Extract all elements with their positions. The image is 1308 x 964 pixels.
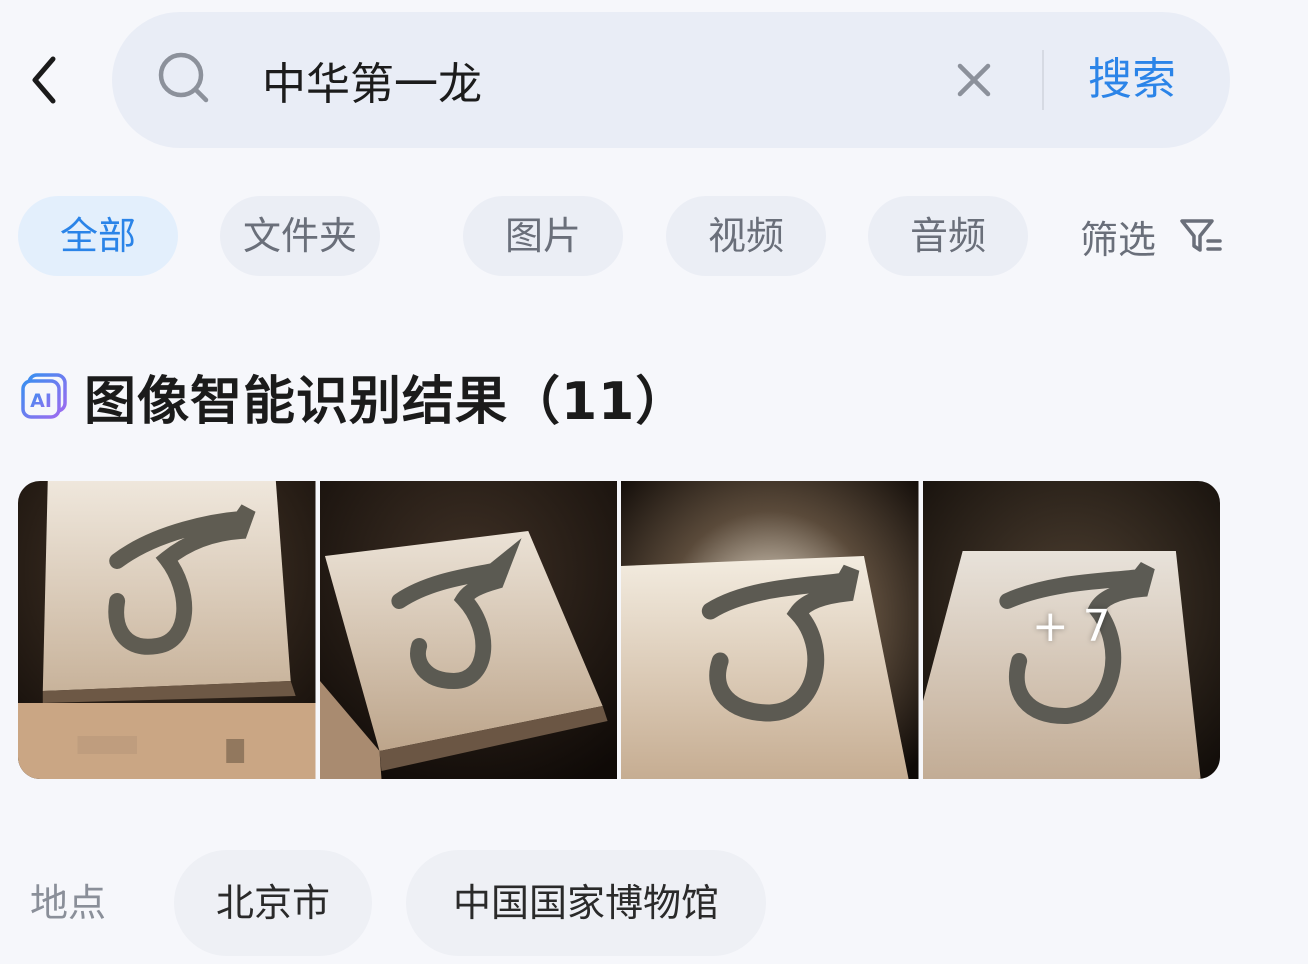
search-bar: 搜索 — [112, 12, 1230, 148]
tab-folders[interactable]: 文件夹 — [220, 196, 380, 276]
search-icon — [158, 52, 209, 103]
svg-text:AI: AI — [30, 390, 52, 412]
image-results: + 7 — [18, 481, 1220, 779]
close-icon[interactable] — [952, 58, 996, 102]
tab-images[interactable]: 图片 — [463, 196, 623, 276]
filter-label: 筛选 — [1080, 217, 1157, 262]
section-title: 图像智能识别结果（11） — [84, 371, 689, 432]
ai-icon: AI — [21, 373, 67, 419]
location-chip-national-museum[interactable]: 中国国家博物馆 — [406, 850, 766, 956]
jade-dragon-photo — [621, 481, 919, 779]
jade-dragon-photo — [319, 481, 617, 779]
filter-button[interactable]: 筛选 — [1080, 196, 1224, 276]
result-image-more[interactable]: + 7 — [922, 481, 1220, 779]
back-button[interactable] — [22, 50, 66, 110]
result-image[interactable] — [319, 481, 617, 779]
search-divider — [1042, 50, 1044, 110]
jade-dragon-photo — [18, 481, 316, 779]
filter-icon — [1180, 219, 1222, 252]
section-heading: AI 图像智能识别结果（11） — [20, 356, 688, 436]
chevron-left-icon — [32, 56, 56, 104]
tab-all[interactable]: 全部 — [18, 196, 178, 276]
tab-audio[interactable]: 音频 — [868, 196, 1028, 276]
search-input[interactable] — [262, 48, 922, 112]
search-button[interactable]: 搜索 — [1072, 42, 1192, 118]
more-count-overlay: + 7 — [1031, 601, 1111, 652]
result-image[interactable] — [18, 481, 316, 779]
tab-videos[interactable]: 视频 — [666, 196, 826, 276]
result-image[interactable] — [621, 481, 919, 779]
location-label: 地点 — [30, 881, 107, 925]
location-chip-beijing[interactable]: 北京市 — [174, 850, 372, 956]
